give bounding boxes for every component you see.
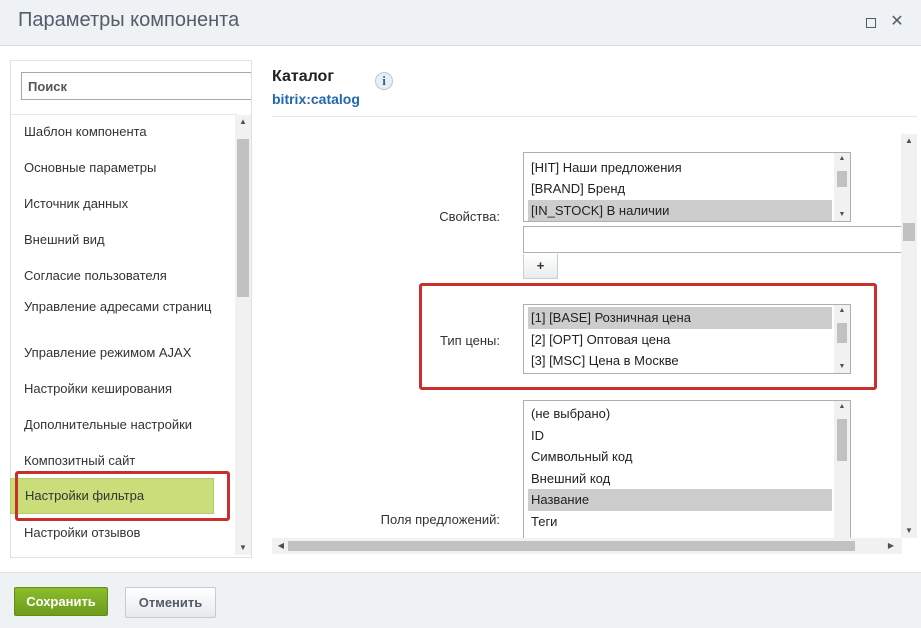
list-option[interactable]: [BRAND] Бренд bbox=[528, 178, 832, 200]
properties-text-input[interactable] bbox=[523, 226, 903, 253]
list-option[interactable]: Символьный код bbox=[528, 446, 832, 468]
scroll-up-arrow-icon[interactable]: ▲ bbox=[834, 401, 850, 413]
sidebar-item-main-params[interactable]: Основные параметры bbox=[24, 160, 214, 176]
sidebar-item-reviews[interactable]: Настройки отзывов bbox=[24, 525, 214, 541]
scroll-thumb[interactable] bbox=[837, 171, 847, 187]
sidebar-nav bbox=[11, 114, 237, 115]
price-type-label: Тип цены: bbox=[440, 333, 500, 348]
component-title: Каталог bbox=[272, 68, 334, 85]
sidebar-item-page-addresses[interactable]: Управление адресами страниц bbox=[24, 299, 214, 315]
content-horizontal-scrollbar[interactable]: ◀ ▶ bbox=[272, 538, 902, 554]
search-input[interactable] bbox=[21, 72, 251, 100]
scroll-right-arrow-icon[interactable]: ▶ bbox=[884, 538, 898, 554]
list-option[interactable]: (не выбрано) bbox=[528, 403, 832, 425]
offer-fields-label: Поля предложений: bbox=[380, 512, 500, 527]
list-option-selected[interactable]: [IN_STOCK] В наличии bbox=[528, 200, 832, 221]
dialog-title: Параметры компонента bbox=[18, 9, 240, 31]
scroll-up-arrow-icon[interactable]: ▲ bbox=[235, 115, 251, 129]
list-option[interactable]: [HIT] Наши предложения bbox=[528, 157, 832, 179]
scroll-thumb[interactable] bbox=[903, 223, 915, 241]
scroll-down-arrow-icon[interactable]: ▼ bbox=[235, 541, 251, 555]
cancel-button[interactable]: Отменить bbox=[125, 587, 216, 618]
list-option[interactable]: ID bbox=[528, 425, 832, 447]
sidebar-item-composite[interactable]: Композитный сайт bbox=[24, 453, 214, 469]
scroll-left-arrow-icon[interactable]: ◀ bbox=[274, 538, 288, 554]
sidebar-scrollbar[interactable]: ▲ ▼ bbox=[235, 115, 251, 555]
scroll-thumb[interactable] bbox=[288, 541, 855, 551]
sidebar-item-ajax-mode[interactable]: Управление режимом AJAX bbox=[24, 345, 214, 361]
header-divider bbox=[272, 116, 917, 117]
sidebar-item-template[interactable]: Шаблон компонента bbox=[24, 124, 214, 140]
list-option[interactable]: [2] [OPT] Оптовая цена bbox=[528, 329, 832, 351]
properties-listbox[interactable]: [HIT] Наши предложения [BRAND] Бренд [IN… bbox=[523, 152, 851, 222]
scroll-down-arrow-icon[interactable]: ▼ bbox=[901, 524, 917, 538]
offer-fields-listbox[interactable]: (не выбрано) ID Символьный код Внешний к… bbox=[523, 400, 851, 540]
sidebar-item-filter-settings[interactable]: Настройки фильтра bbox=[10, 478, 214, 514]
save-button[interactable]: Сохранить bbox=[14, 587, 108, 616]
scroll-thumb[interactable] bbox=[837, 323, 847, 343]
sidebar-item-user-consent[interactable]: Согласие пользователя bbox=[24, 268, 214, 284]
scroll-thumb[interactable] bbox=[837, 419, 847, 461]
scroll-up-arrow-icon[interactable]: ▲ bbox=[901, 134, 917, 148]
list-option-selected[interactable]: Название bbox=[528, 489, 832, 511]
scroll-down-arrow-icon[interactable]: ▼ bbox=[834, 361, 850, 373]
minimize-icon[interactable] bbox=[863, 15, 877, 29]
close-icon[interactable]: ✕ bbox=[890, 14, 904, 30]
component-code: bitrix:catalog bbox=[272, 91, 360, 107]
scroll-thumb[interactable] bbox=[237, 139, 249, 297]
list-option[interactable]: [3] [MSC] Цена в Москве bbox=[528, 350, 832, 372]
price-type-listbox[interactable]: [1] [BASE] Розничная цена [2] [OPT] Опто… bbox=[523, 304, 851, 374]
sidebar-item-additional[interactable]: Дополнительные настройки bbox=[24, 417, 214, 433]
list-option-selected[interactable]: [1] [BASE] Розничная цена bbox=[528, 307, 832, 329]
scroll-up-arrow-icon[interactable]: ▲ bbox=[834, 153, 850, 165]
sidebar-item-data-source[interactable]: Источник данных bbox=[24, 196, 214, 212]
dialog-footer: Сохранить Отменить bbox=[0, 572, 921, 628]
listbox-scrollbar[interactable]: ▲ bbox=[834, 401, 850, 540]
dialog-titlebar: Параметры компонента ✕ bbox=[0, 0, 921, 46]
info-icon[interactable]: i bbox=[375, 72, 393, 90]
sidebar-item-caching[interactable]: Настройки кеширования bbox=[24, 381, 214, 397]
sidebar-item-appearance[interactable]: Внешний вид bbox=[24, 232, 214, 248]
scroll-down-arrow-icon[interactable]: ▼ bbox=[834, 209, 850, 221]
list-option[interactable]: Внешний код bbox=[528, 468, 832, 490]
listbox-scrollbar[interactable]: ▲ ▼ bbox=[834, 153, 850, 221]
list-option[interactable]: Теги bbox=[528, 511, 832, 533]
properties-label: Свойства: bbox=[439, 209, 500, 224]
add-property-button[interactable]: + bbox=[523, 254, 558, 279]
content-vertical-scrollbar[interactable]: ▲ ▼ bbox=[901, 134, 917, 538]
scroll-up-arrow-icon[interactable]: ▲ bbox=[834, 305, 850, 317]
listbox-scrollbar[interactable]: ▲ ▼ bbox=[834, 305, 850, 373]
